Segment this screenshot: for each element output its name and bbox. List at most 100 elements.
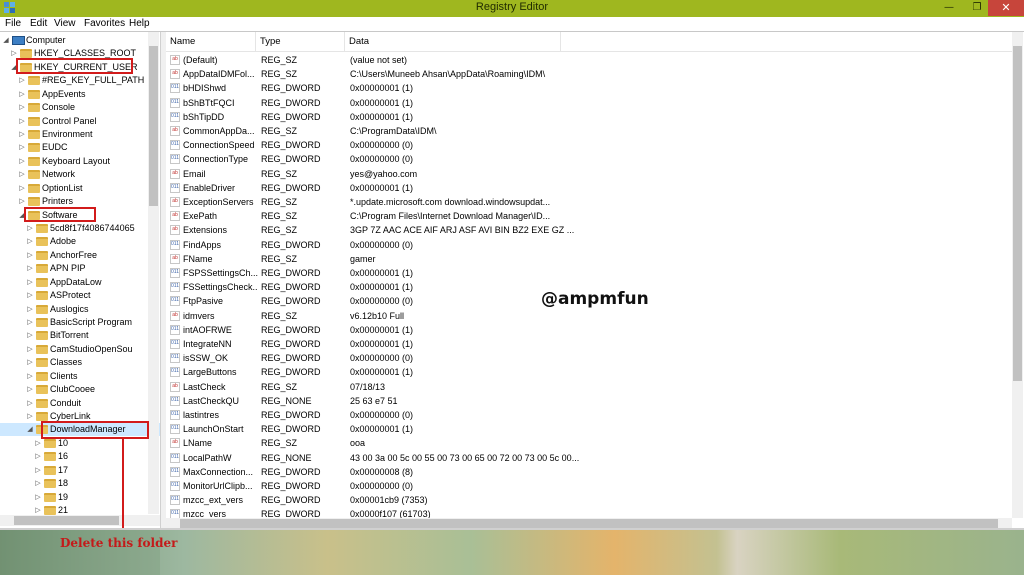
value-row[interactable]: ab (Default) REG_SZ (value not set) <box>166 53 1012 67</box>
column-data-header[interactable]: Data <box>345 32 561 51</box>
value-row[interactable]: 011 MonitorUrlClipb... REG_DWORD 0x00000000… <box>166 479 1012 493</box>
tree-item[interactable]: ▷ Keyboard Layout <box>0 155 160 168</box>
tree-scroll-thumb[interactable] <box>149 46 158 206</box>
tree-item[interactable]: ▷ Conduit <box>0 397 160 410</box>
tree-item[interactable]: ▷ Control Panel <box>0 115 160 128</box>
value-row[interactable]: ab Extensions REG_SZ 3GP 7Z AAC ACE AIF ARJ… <box>166 223 1012 237</box>
expand-arrow-icon[interactable]: ▷ <box>26 329 34 342</box>
tree-item[interactable]: ▷ ClubCooee <box>0 383 160 396</box>
expand-arrow-icon[interactable]: ▷ <box>26 235 34 248</box>
value-row[interactable]: ab FName REG_SZ gamer <box>166 252 1012 266</box>
close-button[interactable]: ✕ <box>988 0 1024 16</box>
value-row[interactable]: ab LName REG_SZ ooa <box>166 436 1012 450</box>
value-row[interactable]: 011 LocalPathW REG_NONE 43 00 3a 00 5c 00 5… <box>166 451 1012 465</box>
value-row[interactable]: 011 FSPSSettingsCh... REG_DWORD 0x00000001 … <box>166 266 1012 280</box>
tree-item[interactable]: ▷ BitTorrent <box>0 329 160 342</box>
expand-arrow-icon[interactable]: ▷ <box>26 316 34 329</box>
menu-favorites[interactable]: Favorites <box>84 18 125 29</box>
tree-item[interactable]: ▷ Clients <box>0 370 160 383</box>
expand-arrow-icon[interactable]: ▷ <box>18 115 26 128</box>
tree-item[interactable]: ▷ 16 <box>0 450 160 463</box>
expand-arrow-icon[interactable]: ▷ <box>18 74 26 87</box>
value-row[interactable]: 011 FindApps REG_DWORD 0x00000000 (0) <box>166 238 1012 252</box>
expand-arrow-icon[interactable]: ▷ <box>34 450 42 463</box>
expand-arrow-icon[interactable]: ▷ <box>26 397 34 410</box>
expand-arrow-icon[interactable]: ▷ <box>26 343 34 356</box>
value-row[interactable]: ab idmvers REG_SZ v6.12b10 Full <box>166 309 1012 323</box>
expand-arrow-icon[interactable]: ▷ <box>18 182 26 195</box>
value-row[interactable]: ab CommonAppDa... REG_SZ C:\ProgramData\IDM… <box>166 124 1012 138</box>
collapse-arrow-icon[interactable]: ◢ <box>2 34 10 47</box>
tree-item[interactable]: ▷ OptionList <box>0 182 160 195</box>
tree-item[interactable]: ▷ Console <box>0 101 160 114</box>
tree-horizontal-scrollbar[interactable] <box>0 515 160 526</box>
value-row[interactable]: ab Email REG_SZ yes@yahoo.com <box>166 167 1012 181</box>
value-row[interactable]: ab AppDataIDMFol... REG_SZ C:\Users\Muneeb … <box>166 67 1012 81</box>
value-row[interactable]: 011 LastCheckQU REG_NONE 25 63 e7 51 <box>166 394 1012 408</box>
expand-arrow-icon[interactable]: ▷ <box>18 141 26 154</box>
tree-item[interactable]: ▷ AppDataLow <box>0 276 160 289</box>
tree-item[interactable]: ▷ Adobe <box>0 235 160 248</box>
tree-item[interactable]: ▷ APN PIP <box>0 262 160 275</box>
value-row[interactable]: 011 bShBTtFQCI REG_DWORD 0x00000001 (1) <box>166 96 1012 110</box>
tree-item[interactable]: ◢ Computer <box>0 34 160 47</box>
expand-arrow-icon[interactable]: ▷ <box>34 491 42 504</box>
tree-hscroll-thumb[interactable] <box>14 516 119 525</box>
value-row[interactable]: 011 LaunchOnStart REG_DWORD 0x00000001 (1) <box>166 422 1012 436</box>
tree-item[interactable]: ▷ Network <box>0 168 160 181</box>
expand-arrow-icon[interactable]: ▷ <box>26 249 34 262</box>
tree-item[interactable]: ▷ 19 <box>0 491 160 504</box>
tree-item[interactable]: ▷ 18 <box>0 477 160 490</box>
tree-vertical-scrollbar[interactable] <box>148 32 159 514</box>
tree-item[interactable]: ▷ ASProtect <box>0 289 160 302</box>
list-vertical-scrollbar[interactable] <box>1012 32 1023 518</box>
expand-arrow-icon[interactable]: ▷ <box>26 383 34 396</box>
value-row[interactable]: 011 MaxConnection... REG_DWORD 0x00000008 (… <box>166 465 1012 479</box>
collapse-arrow-icon[interactable]: ◢ <box>26 423 34 436</box>
value-row[interactable]: 011 ConnectionType REG_DWORD 0x00000000 (0) <box>166 152 1012 166</box>
value-row[interactable]: 011 IntegrateNN REG_DWORD 0x00000001 (1) <box>166 337 1012 351</box>
value-row[interactable]: 011 ConnectionSpeed REG_DWORD 0x00000000 (0… <box>166 138 1012 152</box>
expand-arrow-icon[interactable]: ▷ <box>18 88 26 101</box>
expand-arrow-icon[interactable]: ▷ <box>26 356 34 369</box>
expand-arrow-icon[interactable]: ▷ <box>26 276 34 289</box>
value-row[interactable]: 011 mzcc_ext_vers REG_DWORD 0x00001cb9 (735… <box>166 493 1012 507</box>
value-row[interactable]: ab LastCheck REG_SZ 07/18/13 <box>166 380 1012 394</box>
tree-item[interactable]: ▷ CamStudioOpenSou <box>0 343 160 356</box>
expand-arrow-icon[interactable]: ▷ <box>26 222 34 235</box>
menu-help[interactable]: Help <box>129 18 150 29</box>
value-row[interactable]: ab ExceptionServers REG_SZ *.update.microso… <box>166 195 1012 209</box>
expand-arrow-icon[interactable]: ▷ <box>18 128 26 141</box>
tree-item[interactable]: ▷ EUDC <box>0 141 160 154</box>
tree-item[interactable]: ▷ BasicScript Program <box>0 316 160 329</box>
tree-item[interactable]: ▷ 17 <box>0 464 160 477</box>
value-row[interactable]: 011 isSSW_OK REG_DWORD 0x00000000 (0) <box>166 351 1012 365</box>
value-row[interactable]: 011 LargeButtons REG_DWORD 0x00000001 (1) <box>166 365 1012 379</box>
expand-arrow-icon[interactable]: ▷ <box>34 464 42 477</box>
expand-arrow-icon[interactable]: ▷ <box>26 370 34 383</box>
value-row[interactable]: 011 bShTipDD REG_DWORD 0x00000001 (1) <box>166 110 1012 124</box>
expand-arrow-icon[interactable]: ▷ <box>26 303 34 316</box>
minimize-button[interactable]: — <box>936 0 962 16</box>
expand-arrow-icon[interactable]: ▷ <box>26 289 34 302</box>
menu-file[interactable]: File <box>5 18 21 29</box>
value-row[interactable]: 011 mzcc_vers REG_DWORD 0x0000f107 (61703) <box>166 507 1012 518</box>
expand-arrow-icon[interactable]: ▷ <box>18 101 26 114</box>
tree-item[interactable]: ▷ 5cd8f17f4086744065 <box>0 222 160 235</box>
tree-item[interactable]: ▷ Auslogics <box>0 303 160 316</box>
tree-item[interactable]: ▷ AnchorFree <box>0 249 160 262</box>
menu-view[interactable]: View <box>54 18 76 29</box>
value-row[interactable]: 011 bHDIShwd REG_DWORD 0x00000001 (1) <box>166 81 1012 95</box>
tree-item[interactable]: ▷ AppEvents <box>0 88 160 101</box>
value-row[interactable]: 011 lastintres REG_DWORD 0x00000000 (0) <box>166 408 1012 422</box>
menu-edit[interactable]: Edit <box>30 18 47 29</box>
tree-item[interactable]: ▷ #REG_KEY_FULL_PATH <box>0 74 160 87</box>
expand-arrow-icon[interactable]: ▷ <box>26 410 34 423</box>
column-type-header[interactable]: Type <box>256 32 345 51</box>
expand-arrow-icon[interactable]: ▷ <box>26 262 34 275</box>
tree-item[interactable]: ▷ Environment <box>0 128 160 141</box>
tree-item[interactable]: ▷ Classes <box>0 356 160 369</box>
value-row[interactable]: 011 intAOFRWE REG_DWORD 0x00000001 (1) <box>166 323 1012 337</box>
expand-arrow-icon[interactable]: ▷ <box>18 168 26 181</box>
list-scroll-thumb[interactable] <box>1013 46 1022 381</box>
